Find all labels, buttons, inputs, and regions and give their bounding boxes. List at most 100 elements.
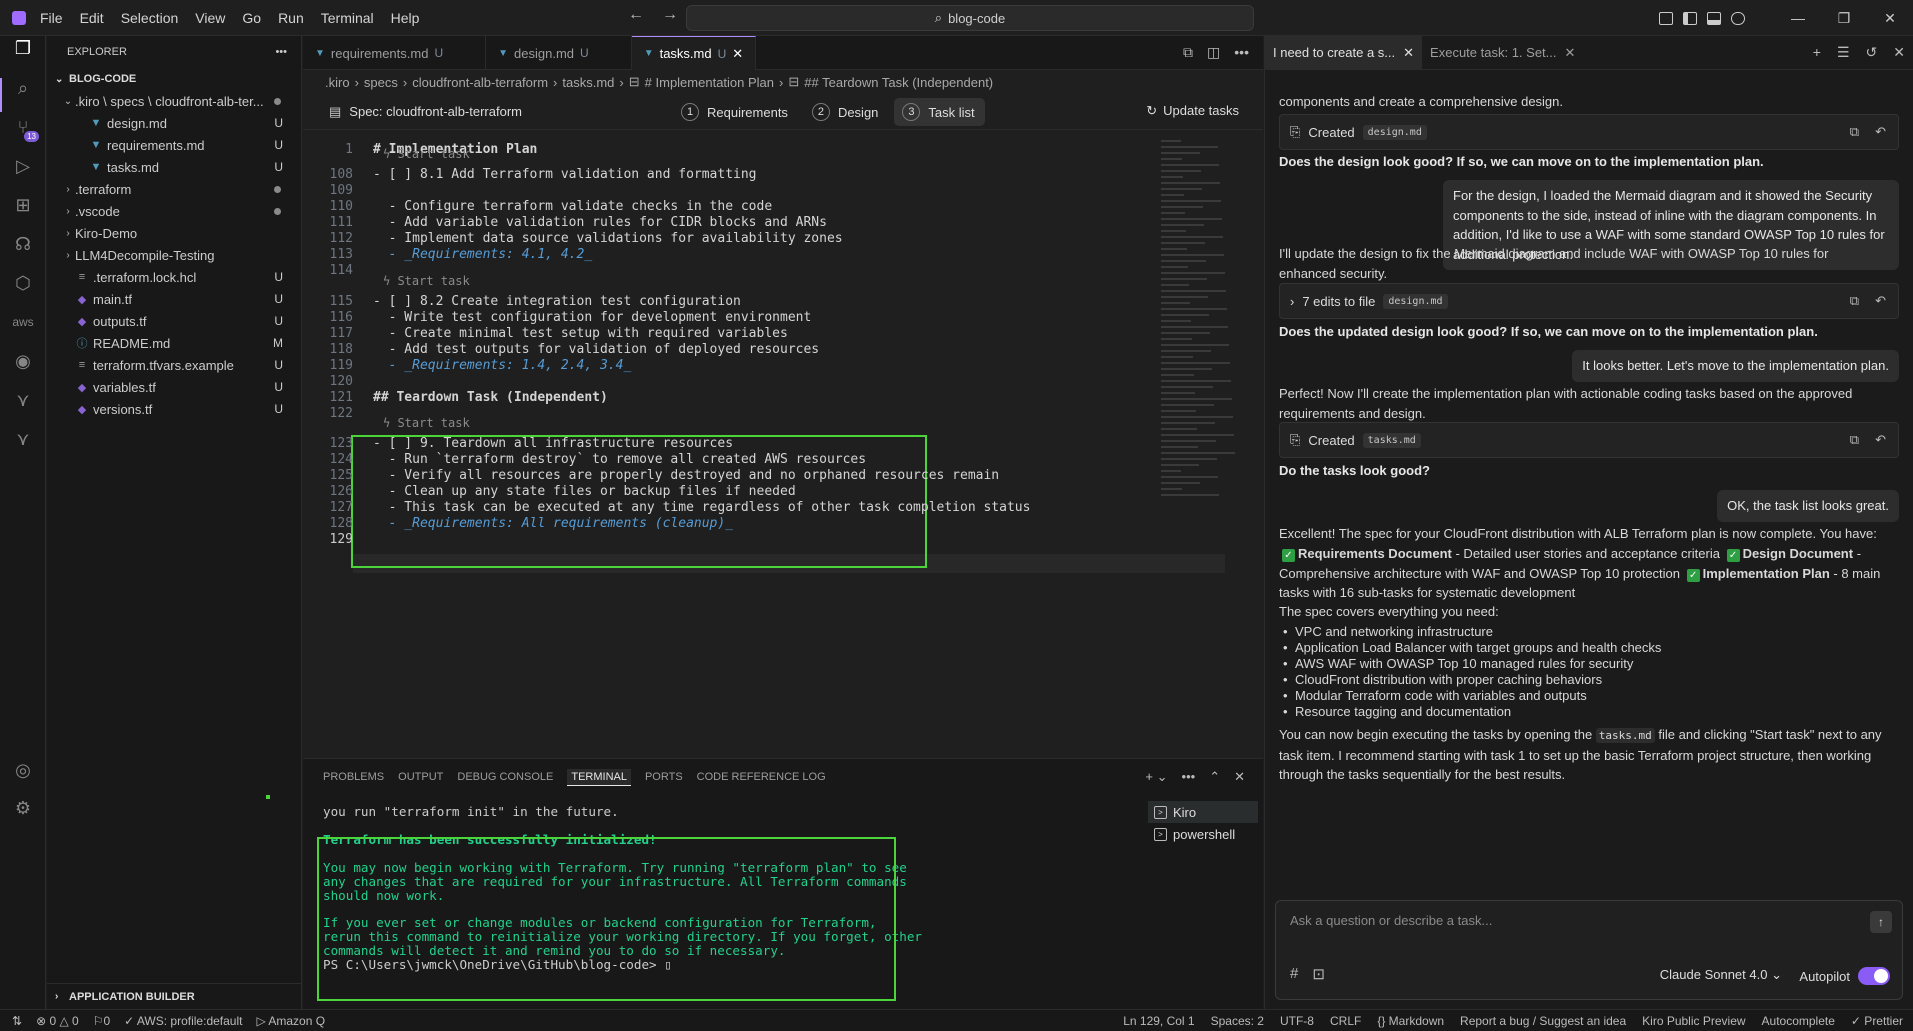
step-design[interactable]: 2 Design xyxy=(804,98,888,126)
maximize-panel-icon[interactable]: ⌃ xyxy=(1209,769,1220,785)
file-tree-item[interactable]: ▼ requirements.md U xyxy=(47,134,301,156)
file-tree-item[interactable]: ▼ design.md U xyxy=(47,112,301,134)
panel-tab-ports[interactable]: PORTS xyxy=(645,769,683,785)
breadcrumb-item[interactable]: ## Teardown Task (Independent) xyxy=(804,75,993,90)
revert-icon[interactable]: ↶ xyxy=(1875,432,1886,448)
restore-icon[interactable]: ❐ xyxy=(1821,10,1867,27)
hash-context-icon[interactable]: # xyxy=(1290,965,1298,983)
menu-item-selection[interactable]: Selection xyxy=(121,10,179,26)
new-terminal-icon[interactable]: + ⌄ xyxy=(1145,769,1167,785)
extensions-icon[interactable]: ⊞ xyxy=(11,193,35,217)
panel-more-icon[interactable]: ••• xyxy=(1182,769,1196,785)
editor-more-icon[interactable]: ••• xyxy=(1234,44,1249,61)
image-attach-icon[interactable]: ⊡ xyxy=(1312,965,1325,983)
file-tree-item[interactable]: ⌄ .kiro \ specs \ cloudfront-alb-ter... xyxy=(47,90,301,112)
panel-tab-problems[interactable]: PROBLEMS xyxy=(323,769,384,785)
created-design-card[interactable]: ⎘ Created design.md ⧉ ↶ xyxy=(1279,114,1899,150)
menu-item-edit[interactable]: Edit xyxy=(80,10,104,26)
open-diff-icon[interactable]: ⧉ xyxy=(1850,293,1859,309)
open-diff-icon[interactable]: ⧉ xyxy=(1850,432,1859,448)
close-panel-icon[interactable]: ✕ xyxy=(1234,769,1245,785)
close-window-icon[interactable]: ✕ xyxy=(1867,10,1913,27)
menu-item-terminal[interactable]: Terminal xyxy=(321,10,374,26)
kiro-ghost-icon[interactable]: ☊ xyxy=(11,232,35,256)
autopilot-toggle[interactable] xyxy=(1858,967,1890,985)
tab-tasks-md[interactable]: ▼ tasks.md U ✕ xyxy=(631,36,757,70)
history-icon[interactable]: ↺ xyxy=(1866,44,1878,61)
tab-design-md[interactable]: ▼ design.md U xyxy=(486,36,632,70)
close-icon[interactable]: ✕ xyxy=(732,46,743,62)
close-icon[interactable]: ✕ xyxy=(1565,45,1576,61)
toggle-primary-sidebar-icon[interactable] xyxy=(1683,11,1697,25)
aws-icon[interactable]: aws xyxy=(11,310,35,334)
github-icon[interactable]: ◉ xyxy=(11,349,35,373)
file-chip[interactable]: design.md xyxy=(1383,293,1448,309)
step-task-list[interactable]: 3 Task list xyxy=(894,98,985,126)
more-actions-icon[interactable]: ••• xyxy=(275,46,287,58)
panel-tab-output[interactable]: OUTPUT xyxy=(398,769,443,785)
file-tree-item[interactable]: ▼ tasks.md U xyxy=(47,156,301,178)
menu-item-view[interactable]: View xyxy=(195,10,225,26)
tab-requirements-md[interactable]: ▼ requirements.md U xyxy=(303,36,487,70)
chat-icon[interactable] xyxy=(1731,11,1745,25)
file-tree-item[interactable]: ◆ outputs.tf U xyxy=(47,310,301,332)
file-tree-item[interactable]: ◆ main.tf U xyxy=(47,288,301,310)
file-tree-item[interactable]: › .vscode xyxy=(47,200,301,222)
status-item[interactable]: Ln 129, Col 1 xyxy=(1123,1014,1194,1028)
model-selector[interactable]: Claude Sonnet 4.0 ⌄ xyxy=(1660,967,1782,983)
chat-tab-active[interactable]: I need to create a s... ✕ xyxy=(1265,35,1423,70)
close-icon[interactable]: ✕ xyxy=(1403,45,1414,61)
step-requirements[interactable]: 1 Requirements xyxy=(673,98,798,126)
source-control-icon[interactable]: ⑂ 13 xyxy=(11,115,39,142)
menu-item-file[interactable]: File xyxy=(40,10,63,26)
application-builder-section[interactable]: › APPLICATION BUILDER xyxy=(47,983,301,1009)
status-item[interactable]: Report a bug / Suggest an idea xyxy=(1460,1014,1626,1028)
send-icon[interactable]: ↑ xyxy=(1870,911,1892,933)
breadcrumb-item[interactable]: .kiro xyxy=(325,75,350,90)
explorer-icon[interactable]: ❐ xyxy=(11,36,35,60)
new-chat-icon[interactable]: + xyxy=(1813,44,1821,61)
menu-item-help[interactable]: Help xyxy=(391,10,420,26)
split-editor-icon[interactable]: ◫ xyxy=(1207,44,1220,61)
panel-tab-code-reference-log[interactable]: CODE REFERENCE LOG xyxy=(697,769,826,785)
remote-icon[interactable]: ⇅ xyxy=(12,1014,22,1028)
status-item[interactable]: ✓ AWS: profile:default xyxy=(124,1014,242,1028)
status-item[interactable]: Kiro Public Preview xyxy=(1642,1014,1745,1028)
close-chat-icon[interactable]: ✕ xyxy=(1893,44,1905,61)
breadcrumb-item[interactable]: # Implementation Plan xyxy=(645,75,774,90)
terminal-instance[interactable]: > powershell xyxy=(1148,823,1258,845)
status-item[interactable]: Spaces: 2 xyxy=(1211,1014,1264,1028)
status-item[interactable]: CRLF xyxy=(1330,1014,1361,1028)
file-tree-item[interactable]: › Kiro-Demo xyxy=(47,222,301,244)
panel-tab-debug-console[interactable]: DEBUG CONSOLE xyxy=(457,769,553,785)
file-tree-item[interactable]: ◆ versions.tf U xyxy=(47,398,301,420)
hexagon-icon[interactable]: ⬡ xyxy=(11,271,35,295)
status-item[interactable]: ⚐0 xyxy=(93,1014,110,1028)
minimap[interactable] xyxy=(1161,140,1241,620)
code-editor[interactable]: 1 # Implementation Plan ϟ Start task ϟ St… xyxy=(303,140,1263,725)
start-task-codelens[interactable]: ϟ Start task xyxy=(383,147,470,161)
update-tasks-button[interactable]: ↻ Update tasks xyxy=(1146,103,1239,119)
workspace-root[interactable]: ⌄ BLOG-CODE xyxy=(47,68,301,90)
status-item[interactable]: {} Markdown xyxy=(1377,1014,1444,1028)
panel-tab-terminal[interactable]: TERMINAL xyxy=(567,768,631,786)
breadcrumb-item[interactable]: tasks.md xyxy=(562,75,614,90)
revert-icon[interactable]: ↶ xyxy=(1875,124,1886,140)
minimize-icon[interactable]: — xyxy=(1775,10,1821,26)
customize-layout-icon[interactable] xyxy=(1659,11,1673,25)
chat-history-icon[interactable]: ☰ xyxy=(1837,44,1850,61)
q-chat-icon[interactable]: ⋎ xyxy=(11,427,35,451)
back-arrow-icon[interactable]: ← xyxy=(628,6,644,24)
q-icon[interactable]: ⋎ xyxy=(11,388,35,412)
account-icon[interactable]: ◎ xyxy=(11,758,35,782)
search-view-icon[interactable]: ⌕ xyxy=(11,76,35,100)
file-tree-item[interactable]: ⓘ README.md M xyxy=(47,332,301,354)
status-item[interactable]: ✓ Prettier xyxy=(1851,1014,1903,1028)
toggle-panel-icon[interactable] xyxy=(1707,11,1721,25)
edits-card[interactable]: › 7 edits to file design.md ⧉ ↶ xyxy=(1279,283,1899,319)
breadcrumb-item[interactable]: cloudfront-alb-terraform xyxy=(412,75,548,90)
file-tree-item[interactable]: ◆ variables.tf U xyxy=(47,376,301,398)
chat-input-box[interactable]: Ask a question or describe a task... ↑ #… xyxy=(1275,900,1903,1000)
settings-gear-icon[interactable]: ⚙ xyxy=(11,796,35,820)
chat-tab[interactable]: Execute task: 1. Set... ✕ xyxy=(1422,36,1583,70)
